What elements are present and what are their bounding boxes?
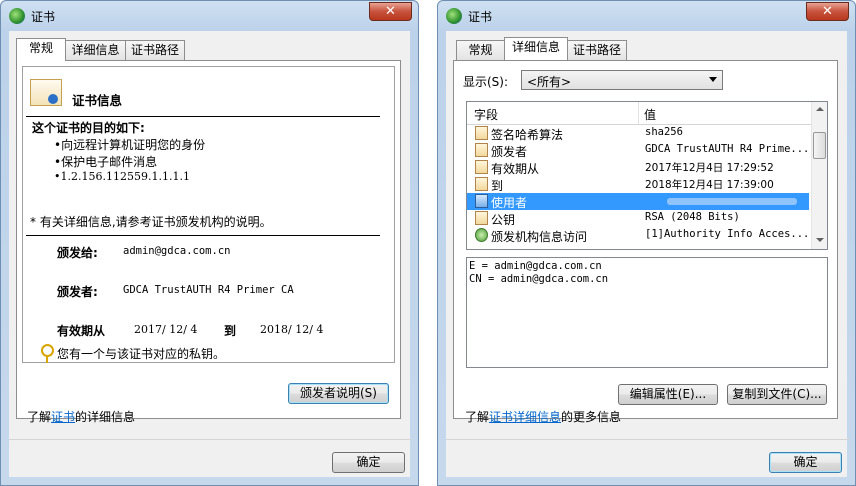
row-value: RSA (2048 Bits) <box>645 211 740 223</box>
column-header-value[interactable]: 值 <box>644 106 656 123</box>
certificate-icon <box>30 79 62 106</box>
row-value: GDCA TrustAUTH R4 Prime... <box>645 143 810 155</box>
ok-button[interactable]: 确定 <box>332 452 405 473</box>
row-value: 2018年12月4日 17:39:00 <box>645 179 774 191</box>
list-row[interactable]: 颁发者 GDCA TrustAUTH R4 Prime... <box>467 142 809 159</box>
row-value: [1]Authority Info Acces... <box>645 228 810 240</box>
scroll-down-icon[interactable] <box>816 238 824 242</box>
tab-details[interactable]: 详细信息 <box>504 37 568 60</box>
chevron-down-icon <box>709 77 717 82</box>
list-row[interactable]: 公钥 RSA (2048 Bits) <box>467 210 809 227</box>
column-divider[interactable] <box>638 102 639 124</box>
row-value: 2017年12月4日 17:29:52 <box>645 162 774 174</box>
tab-cert-path[interactable]: 证书路径 <box>567 40 627 60</box>
scroll-up-icon[interactable] <box>816 107 824 111</box>
row-field: 签名哈希算法 <box>491 128 564 142</box>
cert-field-icon <box>475 177 488 191</box>
validity-to: 2018/ 12/ 4 <box>260 323 324 336</box>
detail-line: CN = admin@gdca.com.cn <box>469 273 609 285</box>
row-field: 公钥 <box>491 213 516 227</box>
learn-link-certificate[interactable]: 证书 <box>51 410 75 424</box>
certificate-app-icon <box>446 8 462 24</box>
row-field: 有效期从 <box>491 162 540 176</box>
copy-to-file-button[interactable]: 复制到文件(C)... <box>727 384 827 405</box>
detail-line: E = admin@gdca.com.cn <box>469 260 602 272</box>
learn-link-certificate-details[interactable]: 证书详细信息 <box>489 410 561 424</box>
cert-field-icon <box>475 143 488 157</box>
row-field: 到 <box>491 179 504 193</box>
private-key-text: 您有一个与该证书对应的私钥。 <box>57 347 226 361</box>
cert-field-icon <box>475 160 488 174</box>
tab-general[interactable]: 常规 <box>16 38 66 61</box>
learn-suffix: 的详细信息 <box>75 410 136 424</box>
details-tab-panel: 显示(S): <所有> 字段 值 签名哈希算法 sha256 颁发者 GDCA … <box>453 60 838 419</box>
tab-cert-path[interactable]: 证书路径 <box>125 40 185 60</box>
list-row[interactable]: 签名哈希算法 sha256 <box>467 125 809 142</box>
issued-by-label: 颁发者: <box>57 285 98 299</box>
certificate-window-details: 证书 ✕ 常规 详细信息 证书路径 显示(S): <所有> 字段 值 签名哈希算… <box>437 0 856 486</box>
title-bar[interactable]: 证书 ✕ <box>438 1 855 31</box>
footer-divider <box>446 439 849 440</box>
footer-divider <box>9 439 412 440</box>
show-dropdown-value: <所有> <box>527 75 572 89</box>
show-dropdown[interactable]: <所有> <box>521 70 723 90</box>
field-detail-textbox[interactable]: E = admin@gdca.com.cn CN = admin@gdca.co… <box>466 257 828 368</box>
title-bar[interactable]: 证书 ✕ <box>1 1 418 31</box>
key-icon-stem <box>46 355 48 363</box>
cert-info-title: 证书信息 <box>72 93 123 108</box>
list-row-selected[interactable]: 使用者 <box>467 193 809 210</box>
window-title: 证书 <box>31 10 56 24</box>
column-header-field[interactable]: 字段 <box>474 106 498 123</box>
list-row[interactable]: 颁发机构信息访问 [1]Authority Info Acces... <box>467 227 809 244</box>
row-field: 颁发者 <box>491 145 528 159</box>
general-tab-panel: 证书信息 这个证书的目的如下: •向远程计算机证明您的身份 •保护电子邮件消息 … <box>16 60 401 419</box>
row-field: 使用者 <box>491 196 528 210</box>
cert-field-icon <box>475 194 488 208</box>
dialog-client: 常规 详细信息 证书路径 显示(S): <所有> 字段 值 签名哈希算法 sha… <box>446 31 849 477</box>
validity-label: 有效期从 <box>57 324 106 338</box>
row-value: sha256 <box>645 126 683 138</box>
extension-icon <box>475 228 488 242</box>
issued-to-label: 颁发给: <box>57 246 98 260</box>
show-label: 显示(S): <box>463 75 509 89</box>
validity-from: 2017/ 12/ 4 <box>134 323 198 336</box>
row-field: 颁发机构信息访问 <box>491 230 588 244</box>
cert-field-icon <box>475 126 488 140</box>
learn-prefix: 了解 <box>465 410 490 424</box>
issuer-statement-button[interactable]: 颁发者说明(S) <box>288 383 389 404</box>
column-header-row: 字段 值 <box>467 102 811 125</box>
issued-by-value: GDCA TrustAUTH R4 Primer CA <box>123 284 294 296</box>
close-button[interactable]: ✕ <box>369 2 412 21</box>
issued-to-value: admin@gdca.com.cn <box>123 245 231 257</box>
list-row[interactable]: 有效期从 2017年12月4日 17:29:52 <box>467 159 809 176</box>
row-value-blurred <box>667 198 797 205</box>
learn-more-text: 了解证书详细信息的更多信息 <box>465 408 621 425</box>
tab-details[interactable]: 详细信息 <box>65 40 126 60</box>
close-button[interactable]: ✕ <box>806 2 849 21</box>
scroll-thumb[interactable] <box>813 132 826 159</box>
tab-general[interactable]: 常规 <box>456 40 505 60</box>
divider-top <box>26 116 380 117</box>
divider-middle <box>26 235 380 236</box>
certificate-app-icon <box>9 8 25 24</box>
window-title: 证书 <box>468 10 493 24</box>
issuer-note: * 有关详细信息,请参考证书颁发机构的说明。 <box>30 215 272 229</box>
purpose-item: •向远程计算机证明您的身份 <box>54 138 206 152</box>
edit-properties-button[interactable]: 编辑属性(E)... <box>618 384 718 405</box>
dialog-client: 常规 详细信息 证书路径 证书信息 这个证书的目的如下: •向远程计算机证明您的… <box>9 31 412 477</box>
learn-more-text: 了解证书的详细信息 <box>27 408 135 425</box>
purpose-heading: 这个证书的目的如下: <box>32 121 145 135</box>
cert-field-icon <box>475 211 488 225</box>
certificate-window-general: 证书 ✕ 常规 详细信息 证书路径 证书信息 这个证书的目的如下: •向远程计算… <box>0 0 419 486</box>
learn-suffix: 的更多信息 <box>561 410 622 424</box>
vertical-scrollbar[interactable] <box>811 102 827 249</box>
validity-to-word: 到 <box>224 324 237 338</box>
learn-prefix: 了解 <box>27 410 52 424</box>
purpose-item: •1.2.156.112559.1.1.1.1 <box>54 170 190 183</box>
fields-list[interactable]: 字段 值 签名哈希算法 sha256 颁发者 GDCA TrustAUTH R4… <box>466 101 828 250</box>
purpose-item: •保护电子邮件消息 <box>54 155 158 169</box>
list-row[interactable]: 到 2018年12月4日 17:39:00 <box>467 176 809 193</box>
ok-button[interactable]: 确定 <box>769 452 842 473</box>
